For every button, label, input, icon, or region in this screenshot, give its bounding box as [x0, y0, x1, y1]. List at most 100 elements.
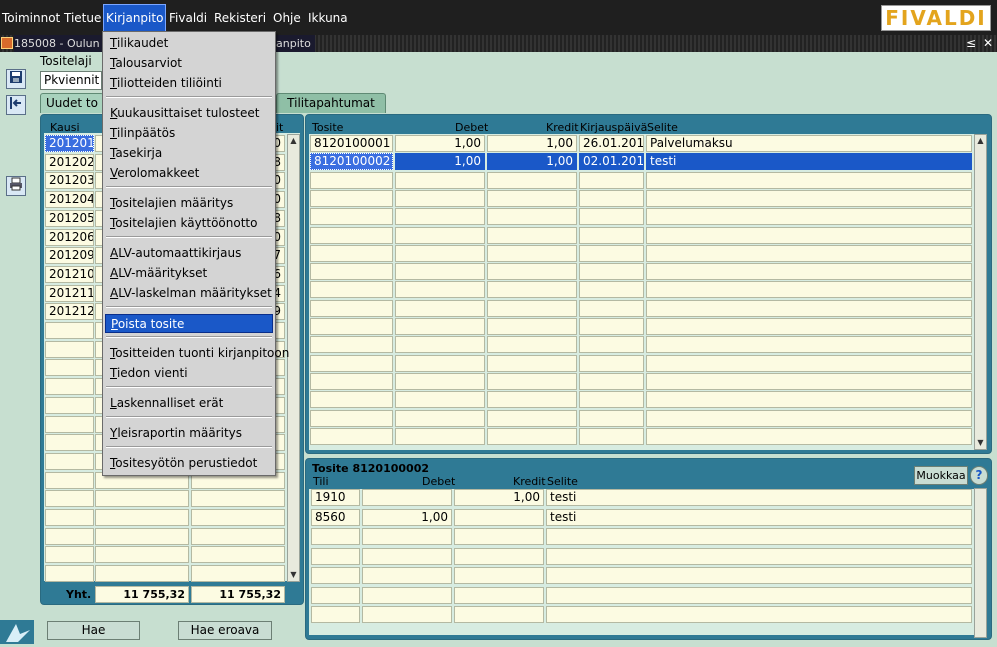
- detail-debet-cell[interactable]: [362, 606, 452, 623]
- tab-uudet-tositteet[interactable]: Uudet to: [40, 93, 104, 113]
- tosite-paiva-cell[interactable]: [579, 318, 644, 335]
- tosite-paiva-cell[interactable]: 26.01.2012: [579, 135, 644, 152]
- tosite-selite-cell[interactable]: Palvelumaksu: [646, 135, 972, 152]
- kausi-cell[interactable]: [45, 509, 94, 526]
- tosite-kredit-cell[interactable]: [487, 355, 577, 372]
- menu-item-poista-tosite[interactable]: Poista tosite: [105, 314, 273, 333]
- tosite-tosite-cell[interactable]: [310, 227, 393, 244]
- menu-ikkuna[interactable]: Ikkuna: [306, 4, 350, 32]
- detail-selite-cell[interactable]: [546, 528, 972, 545]
- tosite-selite-cell[interactable]: [646, 300, 972, 317]
- scroll-up-icon[interactable]: ▲: [288, 135, 299, 147]
- exit-icon[interactable]: [6, 95, 26, 115]
- tosite-debet-cell[interactable]: [395, 410, 485, 427]
- kausi-cell[interactable]: 201209: [45, 247, 94, 264]
- kausi-end-cell[interactable]: [191, 509, 285, 526]
- detail-kredit-cell[interactable]: [454, 606, 544, 623]
- tosite-tosite-cell[interactable]: 8120100002: [310, 153, 393, 170]
- menu-item-tilinpäätös[interactable]: Tilinpäätös: [105, 124, 273, 143]
- save-icon[interactable]: [6, 69, 26, 89]
- kausi-cell[interactable]: [45, 472, 94, 489]
- tosite-selite-cell[interactable]: [646, 190, 972, 207]
- menu-item-kuukausittaiset-tulosteet[interactable]: Kuukausittaiset tulosteet: [105, 104, 273, 123]
- tosite-kredit-cell[interactable]: [487, 227, 577, 244]
- kausi-end-cell[interactable]: [191, 565, 285, 582]
- menu-item-tositelajien-määritys[interactable]: Tositelajien määritys: [105, 194, 273, 213]
- kausi-mid-cell[interactable]: [95, 509, 189, 526]
- kausi-cell[interactable]: [45, 453, 94, 470]
- tosite-debet-cell[interactable]: [395, 428, 485, 445]
- tosite-tosite-cell[interactable]: [310, 336, 393, 353]
- tosite-kredit-cell[interactable]: [487, 318, 577, 335]
- tosite-selite-cell[interactable]: [646, 391, 972, 408]
- tosite-scrollbar[interactable]: ▲ ▼: [974, 134, 987, 450]
- tosite-kredit-cell[interactable]: [487, 245, 577, 262]
- menu-item-tasekirja[interactable]: Tasekirja: [105, 144, 273, 163]
- menu-item-talousarviot[interactable]: Talousarviot: [105, 54, 273, 73]
- kausi-end-cell[interactable]: [191, 546, 285, 563]
- kausi-cell[interactable]: 201211: [45, 285, 94, 302]
- kausi-cell[interactable]: [45, 378, 94, 395]
- tosite-selite-cell[interactable]: [646, 428, 972, 445]
- kausi-cell[interactable]: 201205: [45, 210, 94, 227]
- tosite-debet-cell[interactable]: [395, 281, 485, 298]
- tosite-selite-cell[interactable]: [646, 355, 972, 372]
- tosite-debet-cell[interactable]: [395, 172, 485, 189]
- tosite-tosite-cell[interactable]: [310, 428, 393, 445]
- menu-fivaldi[interactable]: Fivaldi: [167, 4, 209, 32]
- tosite-paiva-cell[interactable]: [579, 172, 644, 189]
- detail-kredit-cell[interactable]: [454, 567, 544, 584]
- tosite-tosite-cell[interactable]: [310, 318, 393, 335]
- tosite-kredit-cell[interactable]: [487, 190, 577, 207]
- kausi-cell[interactable]: [45, 565, 94, 582]
- detail-debet-cell[interactable]: [362, 548, 452, 565]
- tosite-selite-cell[interactable]: [646, 336, 972, 353]
- detail-scrollbar[interactable]: [974, 488, 987, 638]
- tosite-selite-cell[interactable]: [646, 263, 972, 280]
- tosite-selite-cell[interactable]: [646, 373, 972, 390]
- tosite-selite-cell[interactable]: [646, 245, 972, 262]
- detail-debet-cell[interactable]: [362, 528, 452, 545]
- detail-debet-cell[interactable]: [362, 489, 452, 506]
- tosite-debet-cell[interactable]: [395, 336, 485, 353]
- tosite-tosite-cell[interactable]: [310, 190, 393, 207]
- tosite-kredit-cell[interactable]: [487, 336, 577, 353]
- detail-selite-cell[interactable]: [546, 587, 972, 604]
- menu-item-yleisraportin-määritys[interactable]: Yleisraportin määritys: [105, 424, 273, 443]
- tosite-debet-cell[interactable]: [395, 208, 485, 225]
- kausi-mid-cell[interactable]: [95, 546, 189, 563]
- detail-tili-cell[interactable]: [311, 587, 360, 604]
- kausi-cell[interactable]: 201212: [45, 303, 94, 320]
- menu-ohje[interactable]: Ohje: [271, 4, 303, 32]
- detail-kredit-cell[interactable]: [454, 509, 544, 526]
- menu-item-alv-määritykset[interactable]: ALV-määritykset: [105, 264, 273, 283]
- tosite-paiva-cell[interactable]: [579, 336, 644, 353]
- tosite-paiva-cell[interactable]: 02.01.2012: [579, 153, 644, 170]
- kausi-cell[interactable]: 201202: [45, 154, 94, 171]
- tosite-selite-cell[interactable]: testi: [646, 153, 972, 170]
- menu-rekisteri[interactable]: Rekisteri: [212, 4, 268, 32]
- tosite-tosite-cell[interactable]: [310, 373, 393, 390]
- tosite-debet-cell[interactable]: [395, 318, 485, 335]
- kausi-cell[interactable]: [45, 416, 94, 433]
- tosite-debet-cell[interactable]: [395, 227, 485, 244]
- detail-debet-cell[interactable]: [362, 587, 452, 604]
- detail-tili-cell[interactable]: [311, 567, 360, 584]
- kausi-cell[interactable]: 201203: [45, 172, 94, 189]
- hae-eroava-button[interactable]: Hae eroava: [178, 621, 272, 640]
- menu-item-verolomakkeet[interactable]: Verolomakkeet: [105, 164, 273, 183]
- tosite-selite-cell[interactable]: [646, 318, 972, 335]
- kausi-cell[interactable]: [45, 434, 94, 451]
- tosite-debet-cell[interactable]: 1,00: [395, 153, 485, 170]
- menu-item-tiedon-vienti[interactable]: Tiedon vienti: [105, 364, 273, 383]
- tosite-kredit-cell[interactable]: [487, 263, 577, 280]
- tosite-kredit-cell[interactable]: [487, 172, 577, 189]
- tosite-paiva-cell[interactable]: [579, 355, 644, 372]
- kausi-mid-cell[interactable]: [95, 565, 189, 582]
- close-icon[interactable]: ✕: [983, 35, 993, 52]
- tosite-debet-cell[interactable]: [395, 373, 485, 390]
- hae-button[interactable]: Hae: [47, 621, 140, 640]
- menu-item-tilikaudet[interactable]: Tilikaudet: [105, 34, 273, 53]
- menu-item-tositesyötön-perustiedot[interactable]: Tositesyötön perustiedot: [105, 454, 273, 473]
- tosite-tosite-cell[interactable]: [310, 281, 393, 298]
